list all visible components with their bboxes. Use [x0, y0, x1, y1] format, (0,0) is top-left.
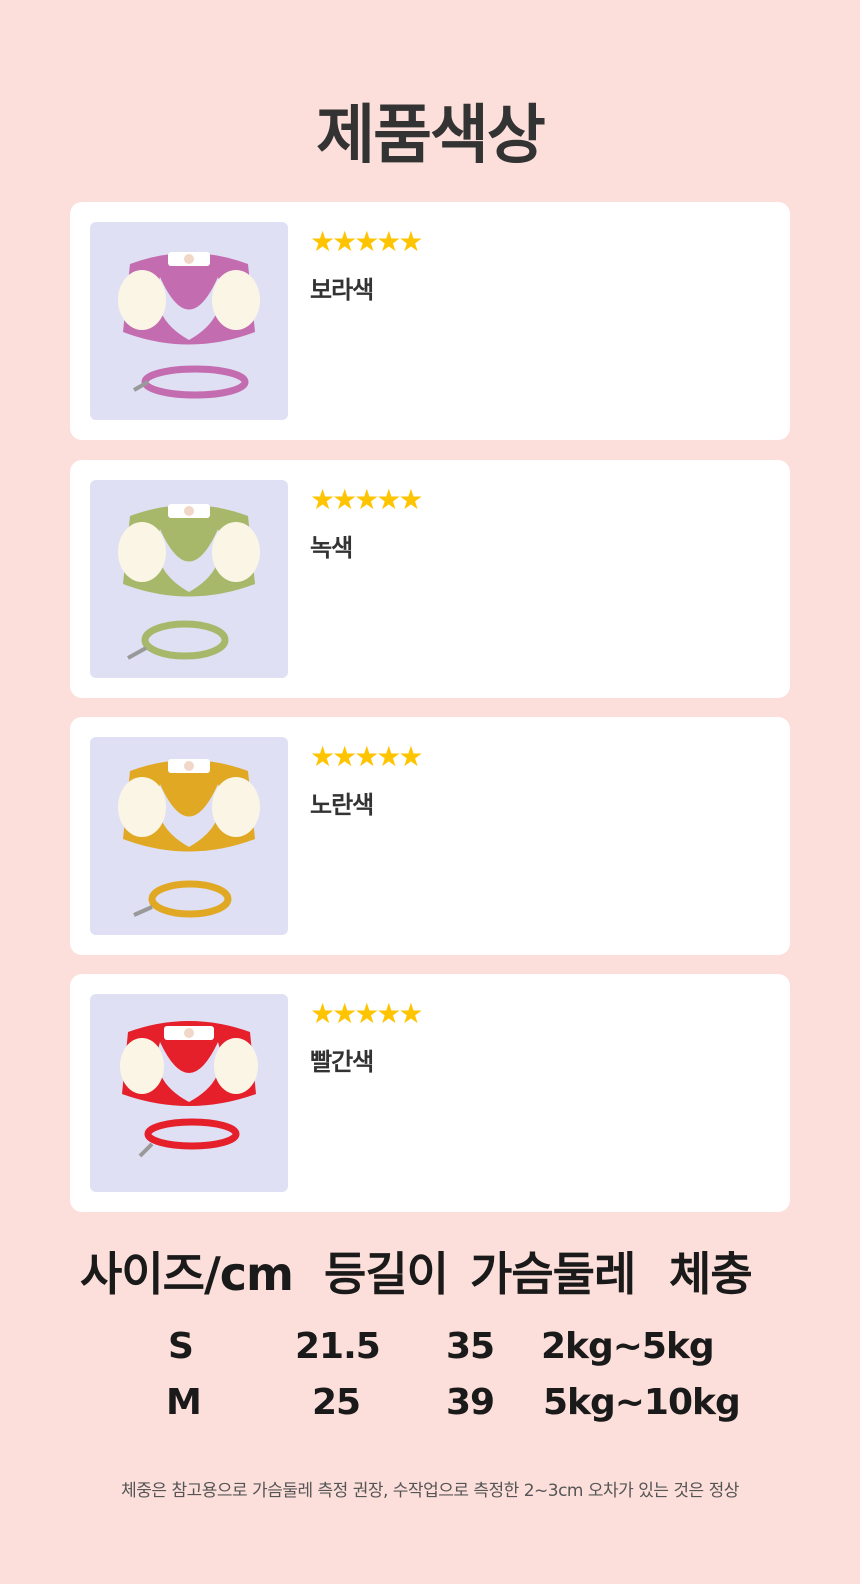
- back-length-cell: 21.5: [295, 1326, 381, 1367]
- chest-cell: 35: [446, 1326, 495, 1367]
- page-title: 제품색상: [316, 99, 546, 173]
- harness-illustration: [118, 504, 260, 660]
- harness-illustration: [118, 759, 260, 918]
- rating-stars: ★★★★★: [310, 740, 424, 773]
- size-cell: M: [166, 1382, 202, 1423]
- product-image-yellow[interactable]: [90, 737, 288, 935]
- weight-cell: 2kg~5kg: [541, 1326, 715, 1367]
- color-card-green[interactable]: ★★★★★ 녹색: [70, 460, 790, 698]
- rating-stars: ★★★★★: [310, 225, 424, 258]
- harness-illustration: [118, 252, 260, 399]
- color-card-red[interactable]: ★★★★★ 빨간색: [70, 974, 790, 1212]
- weight-cell: 5kg~10kg: [543, 1382, 741, 1423]
- product-image-purple[interactable]: [90, 222, 288, 420]
- color-name: 녹색: [310, 534, 353, 562]
- size-cell: S: [168, 1326, 194, 1367]
- color-card-yellow[interactable]: ★★★★★ 노란색: [70, 717, 790, 955]
- rating-stars: ★★★★★: [310, 997, 424, 1030]
- size-header-weight: 체충: [669, 1247, 753, 1301]
- color-card-purple[interactable]: ★★★★★ 보라색: [70, 202, 790, 440]
- size-header-back-length: 등길이: [324, 1247, 449, 1301]
- color-name: 빨간색: [310, 1048, 374, 1076]
- size-header-size: 사이즈/cm: [80, 1247, 294, 1301]
- size-header-chest: 가슴둘레: [470, 1247, 636, 1301]
- rating-stars: ★★★★★: [310, 483, 424, 516]
- product-image-green[interactable]: [90, 480, 288, 678]
- color-name: 보라색: [310, 276, 374, 304]
- harness-illustration: [120, 1021, 258, 1158]
- chest-cell: 39: [446, 1382, 495, 1423]
- color-name: 노란색: [310, 791, 374, 819]
- back-length-cell: 25: [312, 1382, 361, 1423]
- product-image-red[interactable]: [90, 994, 288, 1192]
- footnote: 체중은 참고용으로 가슴둘레 측정 권장, 수작업으로 측정한 2~3cm 오차…: [121, 1481, 739, 1501]
